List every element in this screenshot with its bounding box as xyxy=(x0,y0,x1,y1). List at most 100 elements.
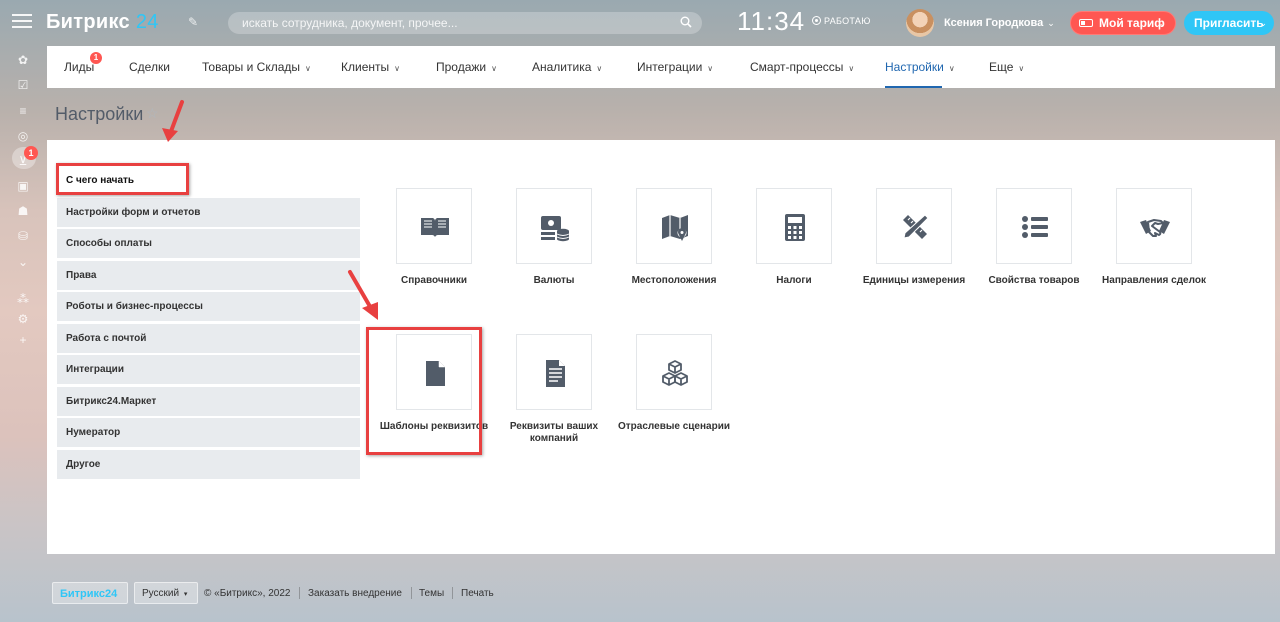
invite-button[interactable]: Пригласить ⌄ xyxy=(1184,11,1274,35)
currency-icon xyxy=(541,216,570,242)
tile-currencies[interactable]: Валюты xyxy=(494,188,614,287)
tariff-button[interactable]: Мой тариф ⌄ xyxy=(1070,11,1176,35)
sidebar-item-market[interactable]: Битрикс24.Маркет xyxy=(57,386,360,416)
tile-label: Справочники xyxy=(401,275,467,286)
settings-panel: С чего начать Настройки форм и отчетов С… xyxy=(47,140,1275,554)
user-menu[interactable]: Ксения Городкова ⌄ xyxy=(944,17,1055,29)
tile-product-properties[interactable]: Свойства товаров xyxy=(974,188,1094,287)
puzzle-icon[interactable]: ✿ xyxy=(16,53,30,67)
tile-icon-box xyxy=(996,188,1072,264)
chevron-down-icon: ∨ xyxy=(394,64,400,73)
search-bar[interactable] xyxy=(228,12,702,34)
menu-item-sales[interactable]: Продажи ∨ xyxy=(436,60,497,74)
menu-item-more[interactable]: Еще ∨ xyxy=(989,60,1024,74)
tile-taxes[interactable]: Налоги xyxy=(734,188,854,287)
work-status-icon xyxy=(812,16,821,25)
annotation-box-requisite-templates xyxy=(366,327,482,455)
menu-burger-icon[interactable] xyxy=(12,14,32,30)
sidebar-item-forms-reports[interactable]: Настройки форм и отчетов xyxy=(57,197,360,227)
settings-sidebar: С чего начать Настройки форм и отчетов С… xyxy=(57,166,360,481)
menu-item-label: Товары и Склады xyxy=(202,60,301,74)
sidebar-item-permissions[interactable]: Права xyxy=(57,260,360,290)
tile-label: Отраслевые сценарии xyxy=(618,421,730,432)
cubes-icon xyxy=(662,360,688,386)
map-icon xyxy=(662,215,688,241)
star-icon[interactable]: ☆ xyxy=(146,105,159,122)
sidebar-item-payment-methods[interactable]: Способы оплаты xyxy=(57,229,360,258)
tile-company-requisites[interactable]: Реквизиты ваших компаний xyxy=(494,334,614,445)
menu-item-label: Смарт-процессы xyxy=(750,60,844,74)
book-icon xyxy=(421,218,449,237)
sidebar-item-mail[interactable]: Работа с почтой xyxy=(57,323,360,353)
tile-industry-scenarios[interactable]: Отраслевые сценарии xyxy=(614,334,734,433)
sidebar-item-numerator[interactable]: Нумератор xyxy=(57,418,360,447)
print-link[interactable]: Печать xyxy=(461,588,494,599)
user-name: Ксения Городкова xyxy=(944,17,1044,29)
work-status-label: РАБОТАЮ xyxy=(824,16,871,26)
battery-icon xyxy=(1079,19,1093,27)
footer-logo[interactable]: Битрикс24 xyxy=(52,582,128,604)
plus-icon[interactable]: + xyxy=(16,333,30,347)
menu-item-clients[interactable]: Клиенты ∨ xyxy=(341,60,400,74)
robot-icon[interactable]: ☗ xyxy=(16,204,30,218)
tile-icon-box xyxy=(636,188,712,264)
tile-units[interactable]: Единицы измерения xyxy=(854,188,974,287)
top-header: Битрикс 24 ✎ 11:34 РАБОТАЮ Ксения Городк… xyxy=(0,0,1280,46)
chevron-down-icon: ∨ xyxy=(948,64,955,73)
sidebar-item-integrations[interactable]: Интеграции xyxy=(57,355,360,384)
edit-pencil-icon[interactable]: ✎ xyxy=(188,15,198,29)
list-icon xyxy=(1022,216,1048,238)
annotation-box-getting-started xyxy=(56,163,189,195)
menu-item-smart-processes[interactable]: Смарт-процессы ∨ xyxy=(750,60,854,74)
menu-item-label: Настройки xyxy=(885,60,944,74)
tile-icon-box xyxy=(516,188,592,264)
sitemap-icon[interactable]: ⁂ xyxy=(16,292,30,306)
menu-item-label: Клиенты xyxy=(341,60,390,74)
sidebar-item-other[interactable]: Другое xyxy=(57,449,360,479)
menu-item-settings[interactable]: Настройки ∨ xyxy=(885,60,955,74)
divider xyxy=(452,587,453,599)
task-check-icon[interactable]: ☑ xyxy=(16,78,30,92)
chevron-down-icon: ⌄ xyxy=(1259,18,1267,28)
chevron-down-icon: ∨ xyxy=(596,64,603,73)
annotation-arrow-icon xyxy=(348,270,378,320)
sidebar-item-robots[interactable]: Роботы и бизнес-процессы xyxy=(57,292,360,321)
avatar[interactable] xyxy=(906,9,934,37)
logo[interactable]: Битрикс 24 xyxy=(46,11,159,34)
tile-directories[interactable]: Справочники xyxy=(374,188,494,287)
search-icon[interactable] xyxy=(680,16,692,28)
tile-locations[interactable]: Местоположения xyxy=(614,188,734,287)
language-select[interactable]: Русский ▾ xyxy=(134,582,198,604)
text-document-icon xyxy=(546,360,565,387)
target-icon[interactable]: ◎ xyxy=(16,129,30,143)
menu-item-analytics[interactable]: Аналитика ∨ xyxy=(532,60,602,74)
tile-label: Налоги xyxy=(776,275,812,286)
menu-item-leads[interactable]: Лиды xyxy=(64,60,94,74)
chevron-down-icon: ∨ xyxy=(1018,64,1025,73)
tariff-label: Мой тариф xyxy=(1099,16,1165,30)
menu-item-deals[interactable]: Сделки xyxy=(129,60,170,74)
order-implementation-link[interactable]: Заказать внедрение xyxy=(308,588,402,599)
language-label: Русский xyxy=(142,588,180,599)
chevron-down-icon[interactable]: ⌄ xyxy=(16,255,30,269)
active-menu-underline xyxy=(885,86,942,88)
menu-item-integrations[interactable]: Интеграции ∨ xyxy=(637,60,713,74)
filter-icon[interactable]: ≡ xyxy=(16,104,30,118)
divider xyxy=(299,587,300,599)
tile-icon-box xyxy=(636,334,712,410)
work-status[interactable]: РАБОТАЮ xyxy=(812,16,871,26)
menu-item-products[interactable]: Товары и Склады ∨ xyxy=(202,60,311,74)
gear-icon[interactable]: ⚙ xyxy=(16,312,30,326)
themes-link[interactable]: Темы xyxy=(419,588,444,599)
search-input[interactable] xyxy=(228,12,658,34)
clock: 11:34 xyxy=(737,6,806,36)
menu-item-label: Сделки xyxy=(129,60,170,74)
tile-icon-box xyxy=(756,188,832,264)
annotation-arrow-icon xyxy=(162,100,184,142)
contact-card-icon[interactable]: ▣ xyxy=(16,179,30,193)
leads-badge: 1 xyxy=(90,52,102,64)
menu-item-label: Продажи xyxy=(436,60,487,74)
database-icon[interactable]: ⛁ xyxy=(16,229,30,243)
tile-label: Реквизиты ваших компаний xyxy=(509,421,599,444)
tile-deal-pipelines[interactable]: Направления сделок xyxy=(1094,188,1214,287)
